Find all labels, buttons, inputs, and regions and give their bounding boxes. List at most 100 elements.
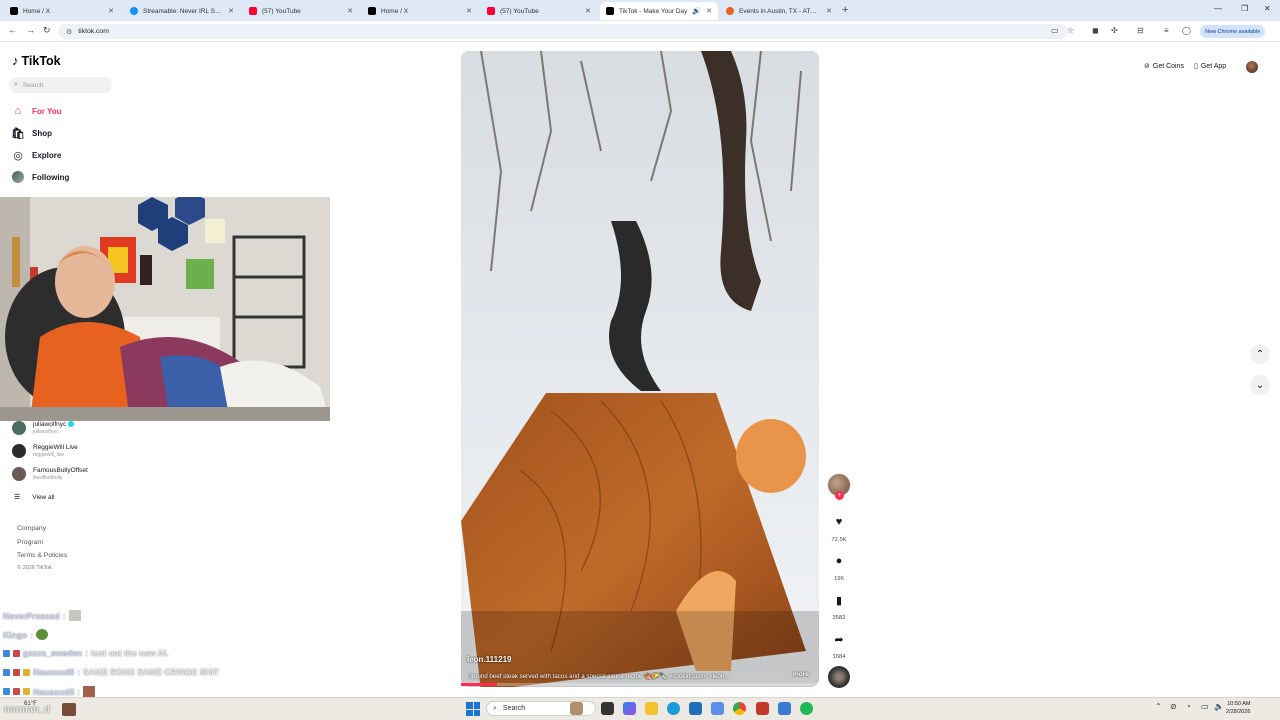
comment-count: 196 xyxy=(834,576,844,582)
get-app-button[interactable]: ▯ Get App xyxy=(1194,62,1226,71)
verified-badge-icon xyxy=(68,421,75,428)
footer-link-company[interactable]: Company xyxy=(17,525,46,532)
profile-avatar[interactable] xyxy=(1246,61,1258,73)
save-action[interactable]: ▮ 3582 xyxy=(826,590,852,622)
tray-app-icon[interactable]: ⊘ xyxy=(1170,702,1177,711)
share-icon[interactable]: ➦ xyxy=(829,629,849,649)
following-account[interactable]: FamousBullyOffset theoffsetbully xyxy=(12,467,88,481)
extension-icon[interactable]: ◼ xyxy=(1092,26,1099,35)
close-icon[interactable]: ✕ xyxy=(706,7,712,15)
file-explorer-icon[interactable] xyxy=(645,702,658,715)
start-button[interactable] xyxy=(466,702,480,716)
volume-icon[interactable]: 🔈 xyxy=(1214,702,1224,711)
following-account[interactable]: ReggieWill Live reggiewill_live xyxy=(12,444,78,458)
minimize-icon[interactable]: — xyxy=(1214,4,1222,13)
music-disc-icon[interactable] xyxy=(828,666,850,688)
spotify-icon[interactable] xyxy=(800,702,813,715)
footer-link-terms[interactable]: Terms & Policies xyxy=(17,552,67,559)
install-app-icon[interactable]: ▭ xyxy=(1051,26,1059,35)
chrome-icon[interactable] xyxy=(733,702,746,715)
get-coins-button[interactable]: ⊘ Get Coins xyxy=(1144,62,1184,71)
browser-tab[interactable]: Home / X ✕ xyxy=(362,2,478,20)
clock-date: 2/28/2026 xyxy=(1226,709,1251,715)
chat-badge-icon xyxy=(23,688,30,695)
bookmark-icon[interactable]: ▮ xyxy=(829,590,849,610)
app-icon[interactable] xyxy=(711,702,724,715)
search-input[interactable]: ⌕ Search xyxy=(9,77,112,93)
more-button[interactable]: more xyxy=(793,671,809,678)
speaker-icon[interactable]: 🔊 xyxy=(692,7,701,15)
address-bar[interactable]: ⚙ tiktok.com xyxy=(58,24,1068,39)
next-video-button[interactable]: ⌄ xyxy=(1250,375,1270,395)
browser-tab[interactable]: Home / X ✕ xyxy=(4,2,120,20)
tiktok-logo[interactable]: ♪ TikTok xyxy=(12,53,61,68)
save-count: 3582 xyxy=(832,615,846,621)
edge-icon[interactable] xyxy=(667,702,680,715)
close-window-icon[interactable]: ✕ xyxy=(1264,4,1271,13)
follow-plus-icon[interactable]: + xyxy=(835,491,844,500)
account-avatar xyxy=(12,467,26,481)
chat-username: gazza_sweden xyxy=(23,648,83,658)
streamable-icon xyxy=(130,7,138,15)
comment-action[interactable]: ● 196 xyxy=(826,551,852,582)
close-icon[interactable]: ✕ xyxy=(466,7,472,15)
video-description: Ground beef steak served with tacos and … xyxy=(467,673,730,680)
network-icon[interactable]: ◔ xyxy=(1186,702,1191,711)
browser-tab[interactable]: (57) YouTube ✕ xyxy=(243,2,359,20)
media-control-icon[interactable]: ≡ xyxy=(1164,26,1169,35)
chat-username: Nausoud8 xyxy=(33,667,75,677)
heart-icon[interactable]: ♥ xyxy=(829,512,849,532)
browser-tab[interactable]: Streamable: Never IRL Stream ✕ xyxy=(124,2,240,20)
youtube-icon xyxy=(249,7,257,15)
footer-link-program[interactable]: Program xyxy=(17,539,43,546)
tray-chevron-icon[interactable]: ⌃ xyxy=(1155,702,1162,711)
app-icon[interactable] xyxy=(778,702,791,715)
view-all-link[interactable]: ☰ View all xyxy=(14,493,55,502)
restore-icon[interactable]: ❐ xyxy=(1241,4,1248,13)
comment-icon[interactable]: ● xyxy=(829,551,849,571)
nav-shop[interactable]: 🛍 Shop xyxy=(11,126,52,140)
forward-icon[interactable]: → xyxy=(26,25,35,35)
following-avatar-icon xyxy=(11,170,25,184)
close-icon[interactable]: ✕ xyxy=(826,7,832,15)
chat-message: SAME SONG SAME CRINGE SHIT xyxy=(82,667,219,677)
close-icon[interactable]: ✕ xyxy=(228,7,234,15)
video-player[interactable] xyxy=(461,51,819,687)
chat-badge-icon xyxy=(23,668,30,676)
extensions-puzzle-icon[interactable]: ✣ xyxy=(1111,26,1118,35)
get-coins-label: Get Coins xyxy=(1152,62,1184,70)
reload-icon[interactable]: ↻ xyxy=(43,25,51,36)
close-icon[interactable]: ✕ xyxy=(108,7,114,15)
store-icon[interactable] xyxy=(689,702,702,715)
following-account[interactable]: juliawolfnyc juliawolfnyc xyxy=(12,421,75,435)
taskbar-clock[interactable]: 10:50 AM 2/28/2026 xyxy=(1226,700,1250,716)
profile-icon[interactable]: ◯ xyxy=(1182,26,1191,35)
bookmark-star-icon[interactable]: ☆ xyxy=(1067,26,1074,35)
close-icon[interactable]: ✕ xyxy=(347,7,353,15)
copilot-icon[interactable] xyxy=(623,702,636,715)
close-icon[interactable]: ✕ xyxy=(585,7,591,15)
previous-video-button[interactable]: ⌃ xyxy=(1250,344,1270,364)
task-view-icon[interactable] xyxy=(601,702,614,715)
browser-tab[interactable]: Events in Austin, TX - ATXtoday ✕ xyxy=(720,2,838,20)
chrome-update-button[interactable]: New Chrome available xyxy=(1200,25,1266,38)
wifi-icon[interactable]: ▭ xyxy=(1201,702,1209,711)
split-view-icon[interactable]: ⊟ xyxy=(1137,26,1144,35)
back-icon[interactable]: ← xyxy=(8,25,17,35)
like-count: 72.5K xyxy=(831,537,847,543)
like-action[interactable]: ♥ 72.5K xyxy=(826,512,852,543)
share-action[interactable]: ➦ 1684 xyxy=(826,629,852,661)
site-info-icon[interactable]: ⚙ xyxy=(66,28,72,36)
new-tab-button[interactable]: + xyxy=(842,4,848,16)
video-author[interactable]: leon.111219 xyxy=(467,655,511,664)
logo-text: TikTok xyxy=(21,53,61,68)
browser-tab[interactable]: (57) YouTube ✕ xyxy=(481,2,597,20)
nav-following[interactable]: Following xyxy=(11,170,69,184)
chat-username: Nausoud8 xyxy=(33,686,75,697)
nav-explore[interactable]: ◎ Explore xyxy=(11,148,61,162)
video-progress-bar[interactable] xyxy=(461,683,819,686)
app-icon[interactable] xyxy=(756,702,769,715)
browser-tab-active[interactable]: TikTok - Make Your Day 🔊 ✕ xyxy=(600,2,718,20)
url-text: tiktok.com xyxy=(78,28,109,35)
nav-for-you[interactable]: ⌂ For You xyxy=(11,104,62,118)
